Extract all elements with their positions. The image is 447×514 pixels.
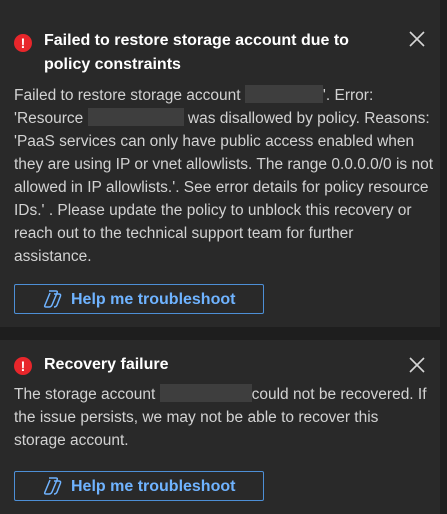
- message-text: Failed to restore storage account: [14, 87, 241, 104]
- close-icon[interactable]: [408, 30, 426, 48]
- divider: [0, 327, 440, 340]
- help-me-troubleshoot-button[interactable]: Help me troubleshoot: [14, 284, 264, 314]
- error-icon: !: [14, 34, 32, 52]
- button-label: Help me troubleshoot: [71, 477, 236, 495]
- notification-message: Failed to restore storage account '. Err…: [14, 84, 434, 268]
- notification-panel: ! Failed to restore storage account due …: [0, 0, 447, 514]
- notification-policy-failure: ! Failed to restore storage account due …: [0, 0, 440, 327]
- scrollbar-track[interactable]: [440, 0, 447, 514]
- button-label: Help me troubleshoot: [71, 290, 236, 308]
- help-me-troubleshoot-button[interactable]: Help me troubleshoot: [14, 471, 264, 501]
- redacted-resource-name: [87, 108, 184, 126]
- notification-message: The storage account could not be recover…: [14, 383, 434, 452]
- redacted-account-name: [244, 85, 323, 103]
- redacted-account-name: [159, 384, 252, 402]
- close-icon[interactable]: [408, 356, 426, 374]
- error-icon: !: [14, 357, 32, 375]
- notification-title: Failed to restore storage account due to…: [44, 32, 349, 73]
- copilot-icon: [43, 290, 62, 308]
- message-text: The storage account: [14, 386, 156, 403]
- notification-title: Recovery failure: [44, 356, 169, 373]
- message-text: was disallowed by policy. Reasons: 'PaaS…: [14, 110, 434, 265]
- copilot-icon: [43, 477, 62, 495]
- notification-recovery-failure: ! Recovery failure The storage account c…: [0, 340, 440, 514]
